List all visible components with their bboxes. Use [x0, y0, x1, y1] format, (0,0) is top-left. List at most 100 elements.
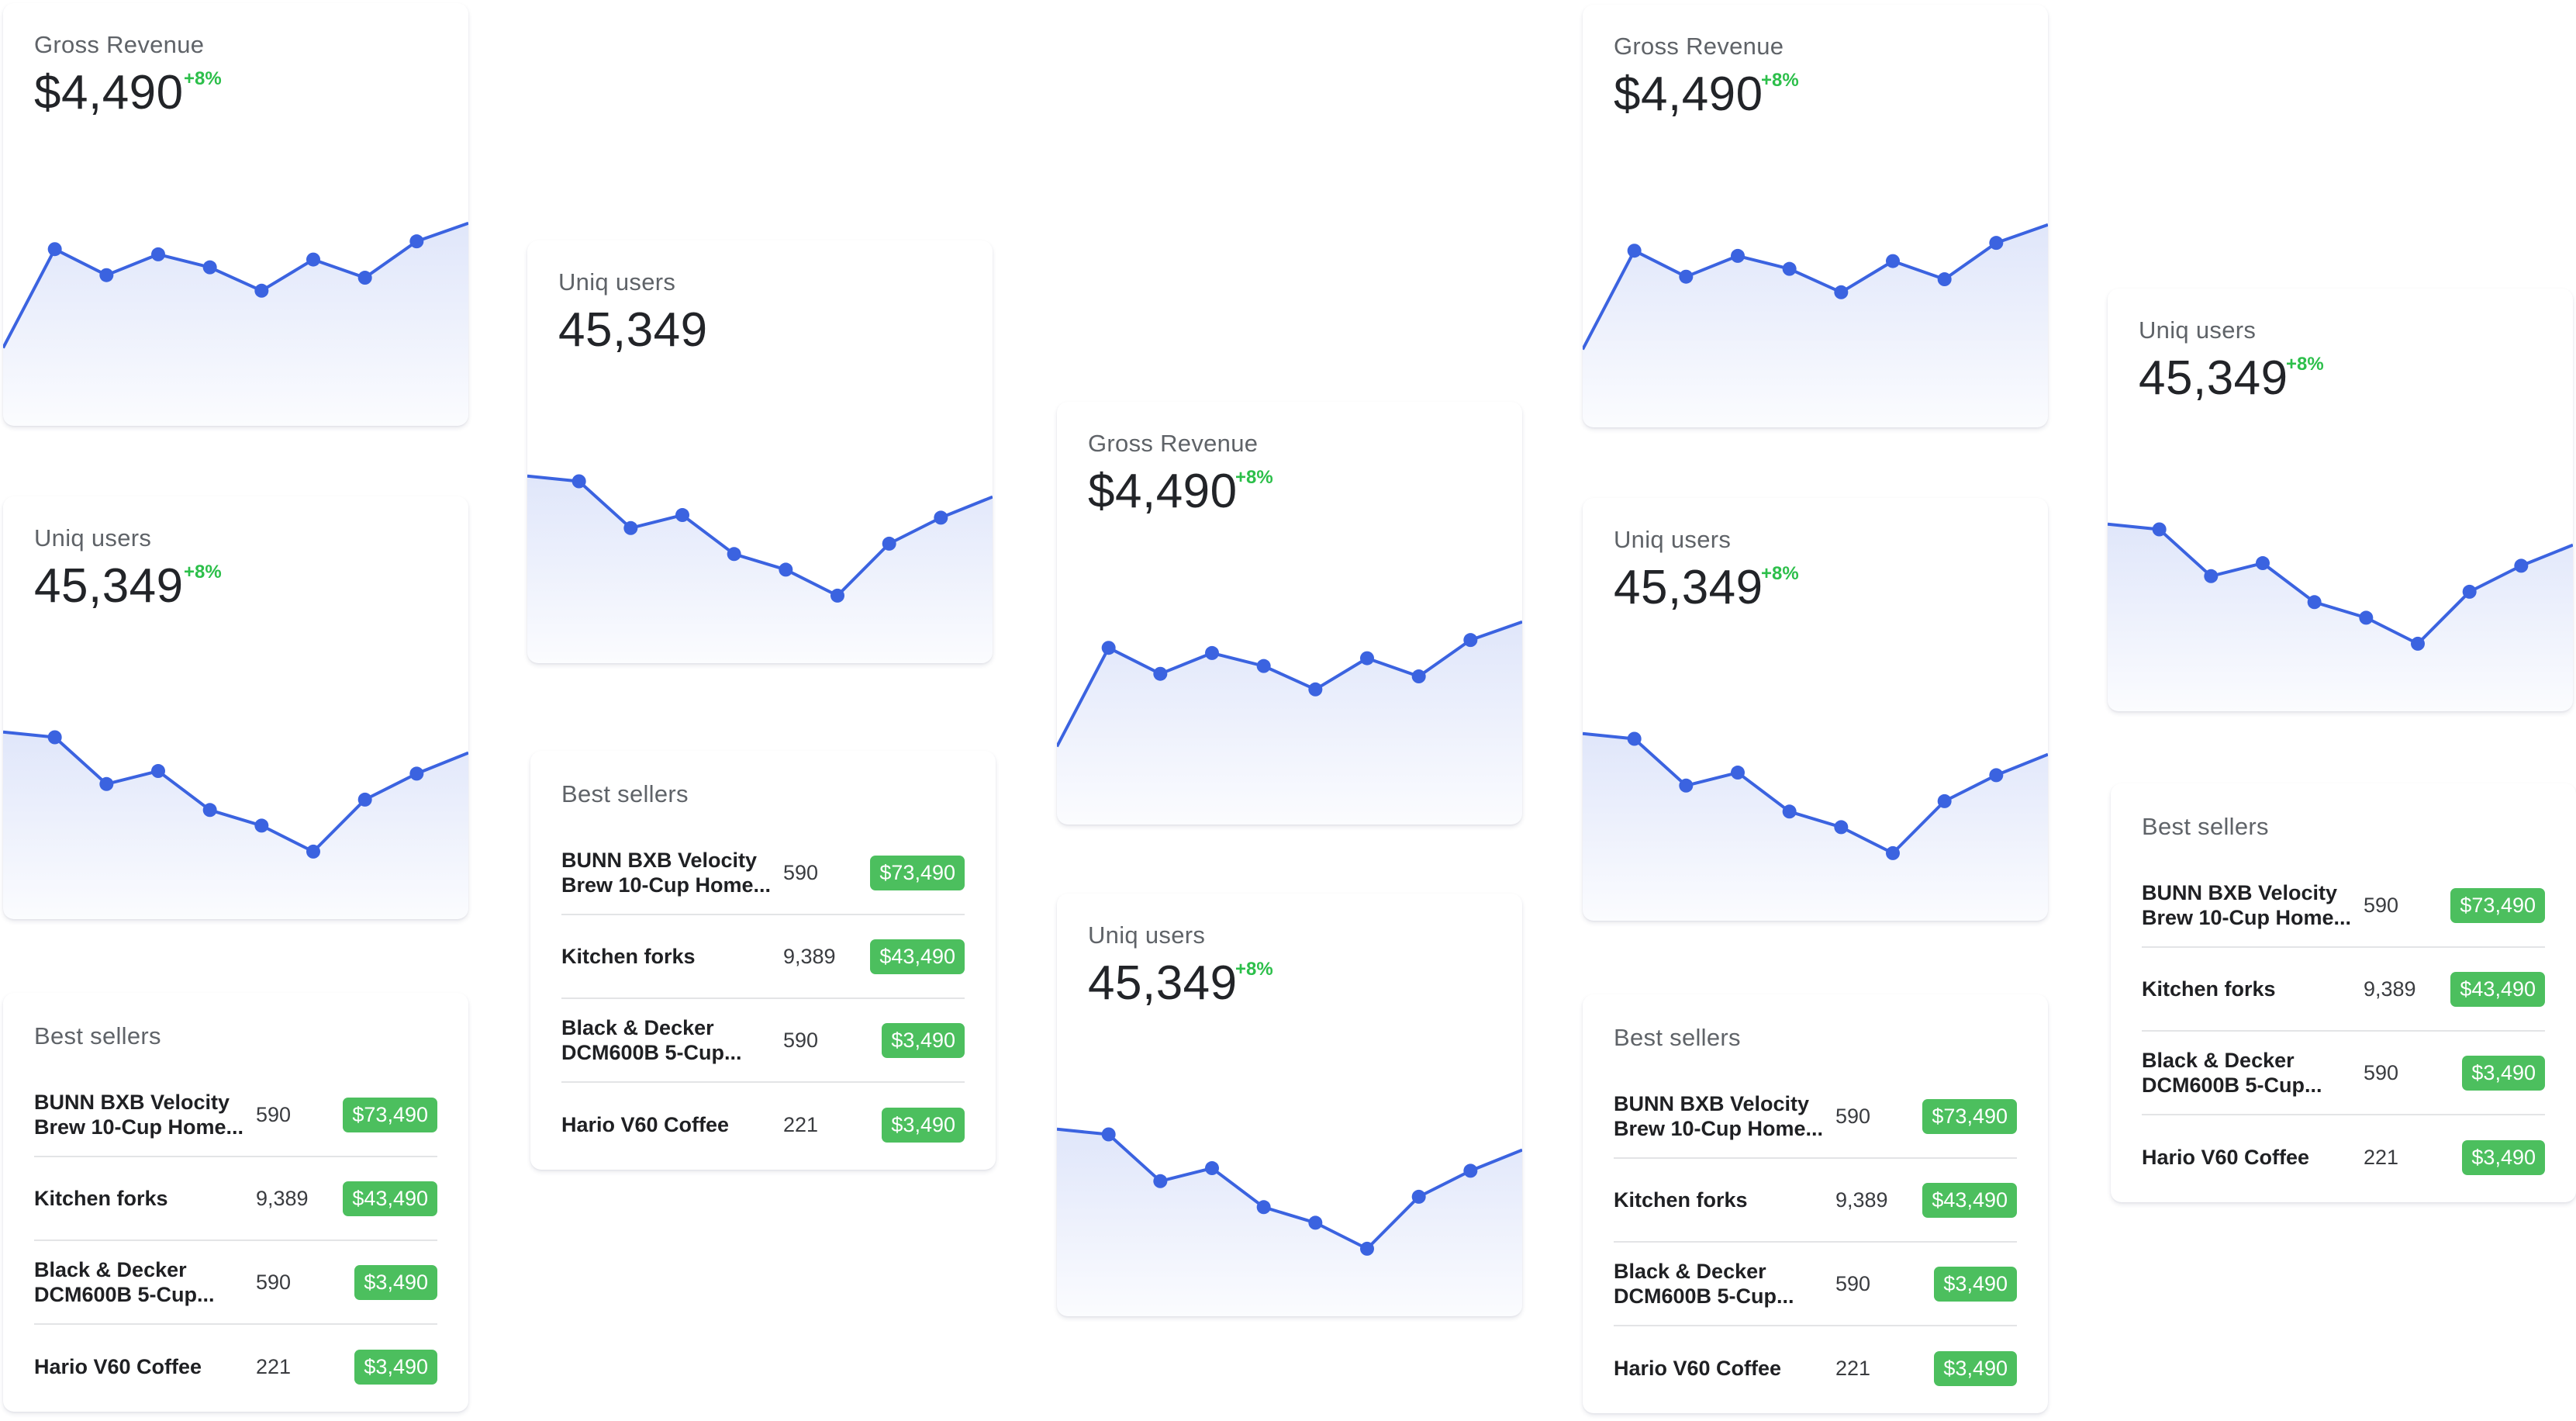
sparkline-point[interactable]: [934, 510, 948, 525]
sparkline-point[interactable]: [1989, 236, 2004, 251]
sparkline-point[interactable]: [1205, 645, 1219, 660]
sparkline-point[interactable]: [1937, 793, 1952, 808]
sparkline-point[interactable]: [1463, 633, 1478, 648]
product-price-cell: $3,490: [861, 1107, 965, 1143]
best-sellers-card[interactable]: Best sellers BUNN BXB Velocity Brew 10-C…: [3, 993, 468, 1412]
product-name: BUNN BXB Velocity Brew 10-Cup Home...: [1614, 1092, 1824, 1140]
sparkline-point[interactable]: [1256, 1200, 1271, 1215]
sparkline-point[interactable]: [357, 271, 372, 285]
list-item[interactable]: BUNN BXB Velocity Brew 10-Cup Home... 59…: [2142, 864, 2545, 948]
product-name: Black & Decker DCM600B 5-Cup...: [34, 1258, 215, 1306]
list-item[interactable]: Black & Decker DCM600B 5-Cup... 590 $3,4…: [561, 999, 965, 1083]
list-item[interactable]: Hario V60 Coffee 221 $3,490: [34, 1325, 437, 1409]
sparkline-point[interactable]: [409, 234, 424, 249]
gross-revenue-card[interactable]: Gross Revenue $4,490 +8%: [3, 3, 468, 426]
sparkline-point[interactable]: [202, 803, 217, 818]
list-item[interactable]: BUNN BXB Velocity Brew 10-Cup Home... 59…: [561, 832, 965, 915]
sparkline-point[interactable]: [1360, 651, 1374, 666]
sparkline-point[interactable]: [2359, 610, 2374, 625]
sparkline-point[interactable]: [1627, 731, 1642, 746]
sparkline-point[interactable]: [1308, 1215, 1323, 1230]
sparkline-point[interactable]: [1731, 766, 1745, 780]
sparkline-point[interactable]: [1679, 778, 1694, 793]
gross-revenue-card[interactable]: Gross Revenue $4,490 +8%: [1057, 402, 1522, 825]
sparkline-point[interactable]: [1782, 804, 1797, 819]
best-sellers-card[interactable]: Best sellers BUNN BXB Velocity Brew 10-C…: [530, 751, 996, 1170]
sparkline-point[interactable]: [2152, 522, 2167, 537]
list-item[interactable]: Kitchen forks 9,389 $43,490: [561, 915, 965, 999]
product-price-cell: $73,490: [1913, 1098, 2017, 1134]
sparkline-point[interactable]: [1411, 1189, 1426, 1204]
sparkline-point[interactable]: [779, 562, 793, 577]
sparkline-point[interactable]: [254, 283, 269, 298]
sparkline-point[interactable]: [1886, 845, 1900, 860]
list-item[interactable]: Hario V60 Coffee 221 $3,490: [1614, 1326, 2017, 1410]
list-item[interactable]: BUNN BXB Velocity Brew 10-Cup Home... 59…: [34, 1074, 437, 1157]
sparkline-point[interactable]: [306, 844, 320, 859]
sparkline-point[interactable]: [675, 508, 689, 523]
sparkline-point[interactable]: [1411, 669, 1426, 684]
sparkline-point[interactable]: [2204, 569, 2219, 583]
sparkline-point[interactable]: [1101, 641, 1116, 655]
uniq-users-card[interactable]: Uniq users 45,349 +8%: [2108, 289, 2573, 711]
product-quantity: 590: [256, 1102, 292, 1126]
sparkline-point[interactable]: [1834, 285, 1849, 299]
list-item[interactable]: Kitchen forks 9,389 $43,490: [2142, 948, 2545, 1032]
sparkline-chart: [1057, 1127, 1522, 1316]
sparkline-point[interactable]: [727, 547, 741, 562]
sparkline-point[interactable]: [306, 252, 320, 267]
sparkline-point[interactable]: [1153, 1174, 1168, 1188]
sparkline-point[interactable]: [2514, 558, 2529, 573]
sparkline-point[interactable]: [1782, 261, 1797, 276]
product-price-cell: $3,490: [333, 1264, 437, 1300]
list-item[interactable]: BUNN BXB Velocity Brew 10-Cup Home... 59…: [1614, 1075, 2017, 1159]
sparkline-point[interactable]: [1937, 272, 1952, 287]
sparkline-point[interactable]: [99, 776, 114, 791]
sparkline-point[interactable]: [2411, 636, 2425, 651]
uniq-users-card[interactable]: Uniq users 45,349 +8%: [3, 496, 468, 919]
sparkline-point[interactable]: [1101, 1127, 1116, 1142]
sparkline-point[interactable]: [1679, 269, 1694, 284]
sparkline-point[interactable]: [1627, 244, 1642, 258]
sparkline-point[interactable]: [202, 260, 217, 275]
sparkline-point[interactable]: [47, 242, 62, 257]
sparkline-point[interactable]: [571, 474, 586, 489]
sparkline-point[interactable]: [151, 247, 165, 261]
sparkline-point[interactable]: [1360, 1241, 1374, 1256]
sparkline-point[interactable]: [882, 536, 896, 551]
sparkline-point[interactable]: [623, 520, 638, 535]
list-item[interactable]: Black & Decker DCM600B 5-Cup... 590 $3,4…: [34, 1241, 437, 1325]
sparkline-point[interactable]: [1886, 254, 1900, 268]
sparkline-point[interactable]: [1731, 248, 1745, 263]
sparkline-point[interactable]: [830, 588, 844, 603]
list-item[interactable]: Hario V60 Coffee 221 $3,490: [2142, 1115, 2545, 1199]
sparkline-point[interactable]: [1834, 820, 1849, 835]
list-item[interactable]: Black & Decker DCM600B 5-Cup... 590 $3,4…: [1614, 1243, 2017, 1326]
sparkline-point[interactable]: [47, 730, 62, 745]
uniq-users-card[interactable]: Uniq users 45,349 +8%: [1057, 894, 1522, 1316]
sparkline-point[interactable]: [2462, 584, 2477, 599]
uniq-users-card[interactable]: Uniq users 45,349 +8%: [1583, 498, 2048, 921]
sparkline-point[interactable]: [1256, 659, 1271, 673]
list-item[interactable]: Kitchen forks 9,389 $43,490: [1614, 1159, 2017, 1243]
sparkline-point[interactable]: [357, 792, 372, 807]
sparkline-point[interactable]: [409, 766, 424, 781]
sparkline-point[interactable]: [1308, 682, 1323, 697]
list-item[interactable]: Hario V60 Coffee 221 $3,490: [561, 1083, 965, 1167]
best-sellers-card[interactable]: Best sellers BUNN BXB Velocity Brew 10-C…: [1583, 994, 2048, 1413]
sparkline-point[interactable]: [1153, 666, 1168, 681]
sparkline-point[interactable]: [1205, 1161, 1219, 1176]
list-item[interactable]: Black & Decker DCM600B 5-Cup... 590 $3,4…: [2142, 1032, 2545, 1115]
uniq-users-card[interactable]: Uniq users 45,349 +8%: [527, 240, 993, 663]
sparkline-point[interactable]: [2256, 556, 2270, 571]
sparkline-point[interactable]: [1463, 1163, 1478, 1178]
best-sellers-card[interactable]: Best sellers BUNN BXB Velocity Brew 10-C…: [2111, 783, 2576, 1202]
list-item[interactable]: Kitchen forks 9,389 $43,490: [34, 1157, 437, 1241]
sparkline-point[interactable]: [99, 268, 114, 282]
sparkline-point[interactable]: [151, 764, 165, 779]
sparkline-point[interactable]: [1989, 768, 2004, 783]
sparkline-point[interactable]: [2307, 595, 2322, 610]
metric-label: Uniq users: [1614, 526, 1732, 553]
sparkline-point[interactable]: [254, 818, 269, 833]
gross-revenue-card[interactable]: Gross Revenue $4,490 +8%: [1583, 5, 2048, 427]
